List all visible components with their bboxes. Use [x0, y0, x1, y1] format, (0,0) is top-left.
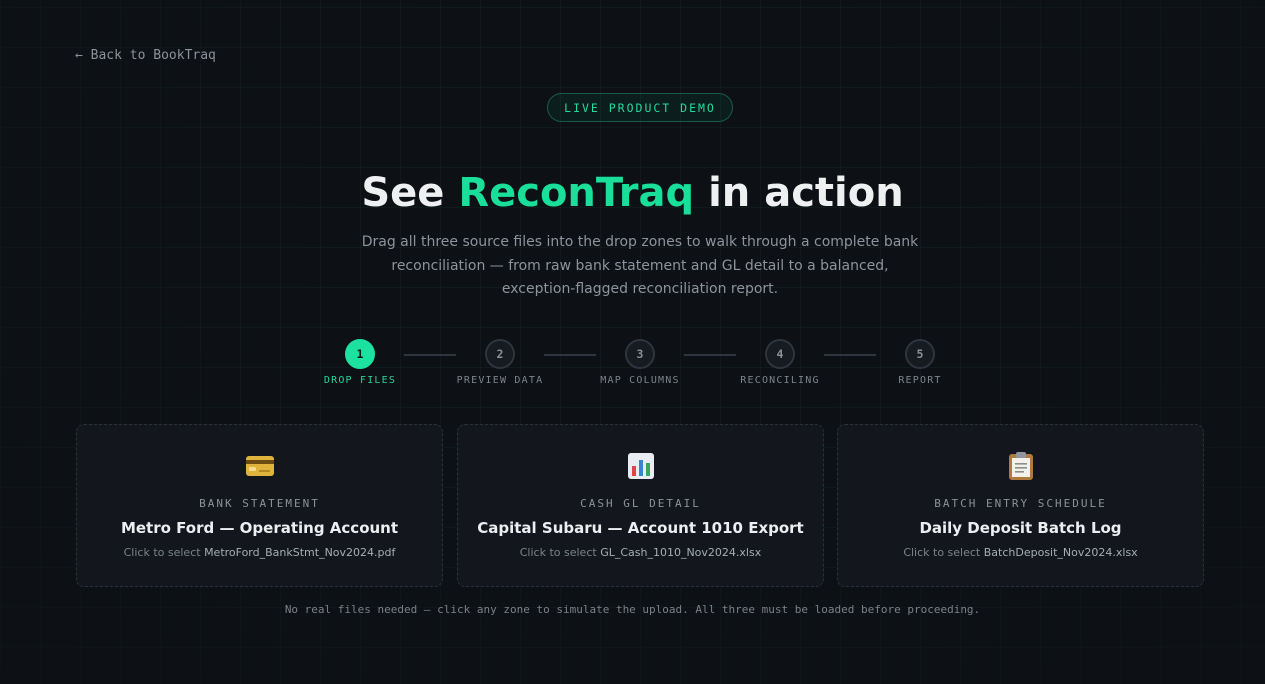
zone-filename: GL_Cash_1010_Nov2024.xlsx: [600, 546, 762, 559]
title-product-name: ReconTraq: [458, 170, 695, 216]
zone-title: Metro Ford — Operating Account: [120, 519, 399, 537]
step-label: RECONCILING: [740, 375, 820, 386]
bar-chart-icon: [458, 451, 823, 481]
zone-prompt-text: Click to select: [519, 546, 601, 559]
live-demo-badge: LIVE PRODUCT DEMO: [547, 93, 733, 122]
zone-kicker: BATCH ENTRY SCHEDULE: [934, 497, 1107, 510]
step-reconciling: 4 RECONCILING: [710, 339, 850, 386]
zone-title: Daily Deposit Batch Log: [919, 519, 1122, 537]
page-title: See ReconTraq in action: [0, 170, 1265, 216]
step-label: REPORT: [898, 375, 942, 386]
step-number: 2: [485, 339, 515, 369]
back-to-booktraq-link[interactable]: ← Back to BookTraq: [75, 48, 216, 63]
drop-zones: BANK STATEMENT Metro Ford — Operating Ac…: [76, 424, 1204, 587]
step-label: DROP FILES: [323, 375, 397, 386]
drop-zone-batch-entry-schedule[interactable]: BATCH ENTRY SCHEDULE Daily Deposit Batch…: [837, 424, 1204, 587]
intro-text: Drag all three source files into the dro…: [361, 234, 919, 297]
step-number: 3: [625, 339, 655, 369]
title-suffix: in action: [694, 170, 904, 216]
step-number: 4: [765, 339, 795, 369]
step-report: 5 REPORT: [850, 339, 990, 386]
zone-file-prompt: Click to select GL_Cash_1010_Nov2024.xls…: [458, 546, 823, 559]
title-prefix: See: [361, 170, 459, 216]
clipboard-icon: [838, 451, 1203, 481]
step-map-columns: 3 MAP COLUMNS: [570, 339, 710, 386]
step-preview-data: 2 PREVIEW DATA: [430, 339, 570, 386]
step-label: MAP COLUMNS: [600, 375, 680, 386]
drop-zone-cash-gl-detail[interactable]: CASH GL DETAIL Capital Subaru — Account …: [457, 424, 824, 587]
footnote: No real files needed — click any zone to…: [284, 603, 981, 616]
zone-file-prompt: Click to select BatchDeposit_Nov2024.xls…: [838, 546, 1203, 559]
zone-prompt-text: Click to select: [123, 546, 205, 559]
zone-prompt-text: Click to select: [903, 546, 984, 559]
progress-stepper: 1 DROP FILES 2 PREVIEW DATA 3 MAP COLUMN…: [0, 339, 1265, 399]
zone-kicker: CASH GL DETAIL: [580, 497, 701, 510]
zone-filename: BatchDeposit_Nov2024.xlsx: [983, 546, 1138, 559]
zone-file-prompt: Click to select MetroFord_BankStmt_Nov20…: [77, 546, 442, 559]
zone-title: Capital Subaru — Account 1010 Export: [477, 519, 804, 537]
zone-filename: MetroFord_BankStmt_Nov2024.pdf: [204, 546, 396, 559]
step-drop-files: 1 DROP FILES: [290, 339, 430, 386]
zone-kicker: BANK STATEMENT: [199, 497, 320, 510]
step-number: 1: [345, 339, 375, 369]
step-label: PREVIEW DATA: [456, 375, 544, 386]
step-number: 5: [905, 339, 935, 369]
credit-card-icon: [77, 451, 442, 481]
drop-zone-bank-statement[interactable]: BANK STATEMENT Metro Ford — Operating Ac…: [76, 424, 443, 587]
